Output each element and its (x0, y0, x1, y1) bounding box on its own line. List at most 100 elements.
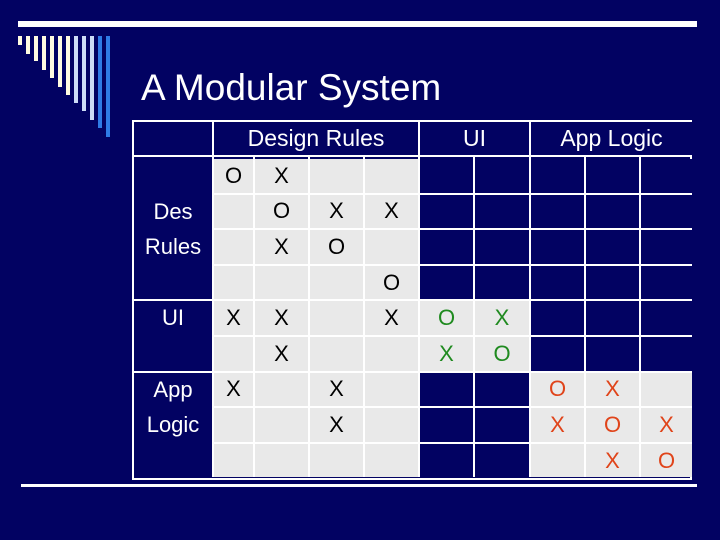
matrix-cell-empty-block (420, 194, 473, 229)
decor-stripe (42, 36, 46, 70)
matrix-cell: X (586, 372, 639, 407)
matrix-cell (365, 230, 418, 264)
matrix-cell (641, 372, 692, 407)
matrix-cell: O (310, 230, 363, 264)
grid-line (418, 122, 420, 478)
grid-line (253, 157, 255, 478)
decor-stripe (90, 36, 94, 120)
grid-line (212, 335, 692, 337)
matrix-cell (255, 265, 308, 300)
grid-line (212, 122, 214, 478)
matrix-cell (214, 194, 253, 229)
row-group-label: Logic (146, 412, 200, 438)
grid-line (212, 406, 692, 409)
matrix-cell-empty-block (420, 443, 473, 478)
decor-stripe (66, 36, 70, 95)
matrix-cell (214, 443, 253, 478)
matrix-cell (255, 443, 308, 478)
matrix-cell: X (531, 408, 584, 442)
grid-line (134, 370, 212, 373)
matrix-cell-empty-block (475, 194, 529, 229)
matrix-cell (214, 337, 253, 371)
matrix-cell-empty-block (475, 372, 529, 407)
decor-stripe (34, 36, 38, 61)
bottom-rule (21, 484, 697, 487)
matrix-cell (214, 265, 253, 300)
grid-line (584, 157, 586, 478)
grid-line (134, 155, 692, 157)
matrix-cell (310, 265, 363, 300)
matrix-cell-empty-block (586, 265, 639, 300)
matrix-cell: O (420, 301, 473, 335)
decor-stripe (74, 36, 78, 103)
matrix-cell-empty-block (531, 230, 584, 264)
matrix-cell-empty-block (420, 265, 473, 300)
matrix-cell (365, 443, 418, 478)
row-group-label: Rules (144, 234, 202, 260)
matrix-cell-empty-block (641, 159, 692, 193)
matrix-cell: X (214, 301, 253, 335)
matrix-cell: O (214, 159, 253, 193)
matrix-cell (310, 443, 363, 478)
row-group-label: App (153, 376, 193, 402)
matrix-cell: O (475, 337, 529, 371)
top-rule (18, 21, 697, 27)
matrix-cell-empty-block (586, 337, 639, 371)
matrix-cell-empty-block (420, 372, 473, 407)
matrix-cell: X (255, 230, 308, 264)
matrix-cell: X (255, 301, 308, 335)
matrix-cell (531, 443, 584, 478)
matrix-cell-empty-block (531, 337, 584, 371)
matrix-cell: O (641, 443, 692, 478)
matrix-cell: X (255, 159, 308, 193)
matrix-cell (310, 159, 363, 193)
grid-line (363, 157, 365, 478)
matrix-cell-empty-block (475, 408, 529, 442)
decor-stripe (50, 36, 54, 78)
grid-line (639, 157, 641, 478)
matrix-cell (214, 230, 253, 264)
matrix-cell-empty-block (531, 194, 584, 229)
matrix-cell: O (531, 372, 584, 407)
grid-line (212, 228, 692, 231)
slide-title: A Modular System (141, 67, 442, 108)
matrix-cell-empty-block (475, 230, 529, 264)
matrix-cell (255, 408, 308, 442)
decor-stripe (82, 36, 86, 111)
matrix-cell: X (420, 337, 473, 371)
grid-line (308, 157, 310, 478)
grid-line (212, 299, 692, 302)
matrix-cell (310, 337, 363, 371)
matrix-cell-empty-block (641, 194, 692, 229)
decor-stripe (106, 36, 110, 137)
matrix-cell-empty-block (420, 159, 473, 193)
matrix-cell: X (255, 337, 308, 371)
matrix-cell-empty-block (531, 301, 584, 335)
matrix-cell-empty-block (420, 230, 473, 264)
matrix-cell: X (586, 443, 639, 478)
decor-stripe (18, 36, 22, 45)
matrix-cell: O (365, 265, 418, 300)
row-group-label: Des (153, 198, 193, 224)
matrix-cell-empty-block (586, 194, 639, 229)
matrix-cell: X (310, 194, 363, 229)
grid-line (212, 441, 692, 444)
matrix-cell: X (365, 301, 418, 335)
grid-line (212, 192, 692, 195)
matrix-cell-empty-block (641, 337, 692, 371)
matrix-cell-empty-block (475, 159, 529, 193)
matrix-cell-empty-block (420, 408, 473, 442)
column-group-header: App Logic (531, 122, 692, 155)
matrix-cell-empty-block (641, 301, 692, 335)
matrix-cell-empty-block (586, 230, 639, 264)
matrix-cell-empty-block (641, 230, 692, 264)
grid-line (473, 157, 475, 478)
grid-line (529, 122, 531, 478)
matrix-cell: X (641, 408, 692, 442)
decor-stripe (58, 36, 62, 87)
column-group-header: Design Rules (214, 122, 418, 155)
matrix-cell (365, 159, 418, 193)
matrix-cell-empty-block (586, 159, 639, 193)
decor-stripe (98, 36, 102, 128)
matrix-cell (365, 408, 418, 442)
